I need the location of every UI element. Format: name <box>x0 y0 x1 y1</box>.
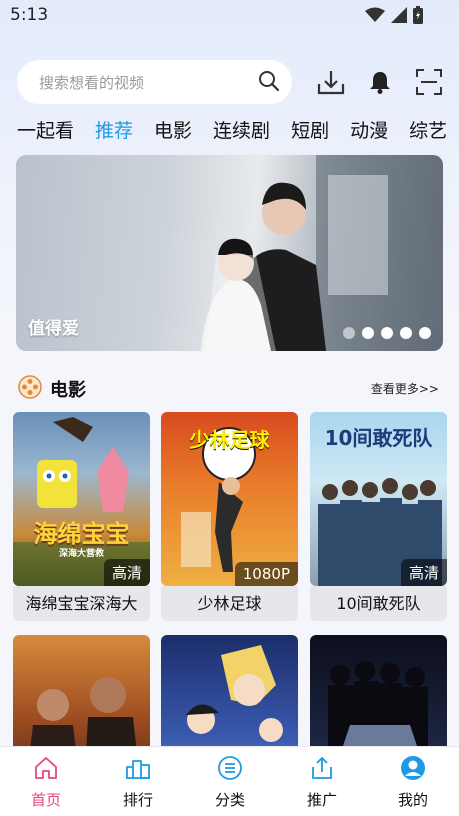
tab-variety[interactable]: 综艺 <box>409 116 447 143</box>
nav-profile-label: 我的 <box>397 791 428 809</box>
status-time: 5:13 <box>10 5 49 25</box>
profile-icon <box>401 756 425 780</box>
tab-watch-together[interactable]: 一起看 <box>17 116 74 143</box>
carousel-dot[interactable] <box>381 327 393 339</box>
nav-promote[interactable]: 推广 <box>276 755 368 810</box>
carousel-dot[interactable] <box>400 327 412 339</box>
nav-profile[interactable]: 我的 <box>367 755 459 810</box>
battery-icon <box>413 6 423 24</box>
movie-title: 少林足球 <box>161 586 298 621</box>
nav-ranking-label: 排行 <box>122 791 153 809</box>
notification-button[interactable] <box>360 62 400 102</box>
home-icon <box>35 757 57 779</box>
movie-poster <box>13 635 150 746</box>
nav-home-label: 首页 <box>30 791 61 809</box>
movie-poster: 海绵宝宝 深海大营救 高清 <box>13 412 150 586</box>
film-reel-icon <box>18 375 42 399</box>
movie-poster <box>310 635 447 746</box>
status-icons <box>365 6 423 24</box>
movie-card[interactable]: 少林足球 1080P 少林足球 <box>161 412 298 621</box>
section-title: 电影 <box>50 380 86 401</box>
search-icon[interactable] <box>258 70 280 92</box>
quality-badge: 高清 <box>400 559 447 586</box>
download-button[interactable] <box>311 62 351 102</box>
wifi-icon <box>365 7 385 22</box>
quality-badge: 高清 <box>103 559 150 586</box>
movie-poster: 少林足球 1080P <box>161 412 298 586</box>
nav-category[interactable]: 分类 <box>184 755 276 810</box>
bell-icon <box>370 72 390 94</box>
carousel-dot[interactable] <box>362 327 374 339</box>
movie-card[interactable] <box>310 635 447 746</box>
movie-poster <box>161 635 298 746</box>
movie-poster: 10间敢死队 高清 <box>310 412 447 586</box>
status-bar: 5:13 <box>0 0 459 32</box>
poster-title-text: 10间敢死队 <box>324 426 433 450</box>
category-icon <box>218 756 242 780</box>
poster-subtitle-text: 深海大营救 <box>58 549 104 559</box>
carousel-dots <box>343 327 431 339</box>
download-icon <box>317 71 345 95</box>
tab-anime[interactable]: 动漫 <box>350 116 388 143</box>
search-input[interactable]: 搜索想看的视频 <box>17 60 292 104</box>
poster-title-text: 少林足球 <box>189 428 270 452</box>
scan-icon <box>416 69 442 95</box>
banner-image <box>201 155 443 351</box>
tab-series[interactable]: 连续剧 <box>213 116 270 143</box>
movie-poster-art <box>328 661 428 746</box>
bottom-navigation: 首页 排行 分类 推广 我的 <box>0 746 459 816</box>
movie-card[interactable] <box>13 635 150 746</box>
movie-card[interactable]: 海绵宝宝 深海大营救 高清 海绵宝宝深海大 <box>13 412 150 621</box>
tab-movies[interactable]: 电影 <box>154 116 192 143</box>
tab-recommended[interactable]: 推荐 <box>95 116 133 143</box>
nav-home[interactable]: 首页 <box>0 755 92 810</box>
banner-caption: 值得爱 <box>28 319 79 339</box>
featured-banner[interactable]: 值得爱 <box>16 155 443 351</box>
see-more-link[interactable]: 查看更多>> <box>371 380 439 397</box>
movie-title: 海绵宝宝深海大 <box>13 586 150 621</box>
quality-badge: 1080P <box>234 562 298 586</box>
movie-title: 10间敢死队 <box>310 586 447 621</box>
nav-ranking[interactable]: 排行 <box>92 755 184 810</box>
movie-card[interactable] <box>161 635 298 746</box>
poster-title-text: 海绵宝宝 <box>33 520 130 548</box>
ranking-icon <box>126 760 150 779</box>
movie-poster-art <box>186 645 283 742</box>
tab-short-drama[interactable]: 短剧 <box>291 116 329 143</box>
share-icon <box>312 756 332 779</box>
movie-card[interactable]: 10间敢死队 高清 10间敢死队 <box>310 412 447 621</box>
scan-button[interactable] <box>409 62 449 102</box>
category-tabs: 一起看 推荐 电影 连续剧 短剧 动漫 综艺 <box>17 116 459 143</box>
nav-promote-label: 推广 <box>306 791 337 809</box>
movie-poster-art <box>30 677 137 746</box>
search-placeholder: 搜索想看的视频 <box>39 74 145 92</box>
nav-category-label: 分类 <box>214 791 245 809</box>
carousel-dot[interactable] <box>419 327 431 339</box>
carousel-dot[interactable] <box>343 327 355 339</box>
signal-icon <box>391 7 407 23</box>
